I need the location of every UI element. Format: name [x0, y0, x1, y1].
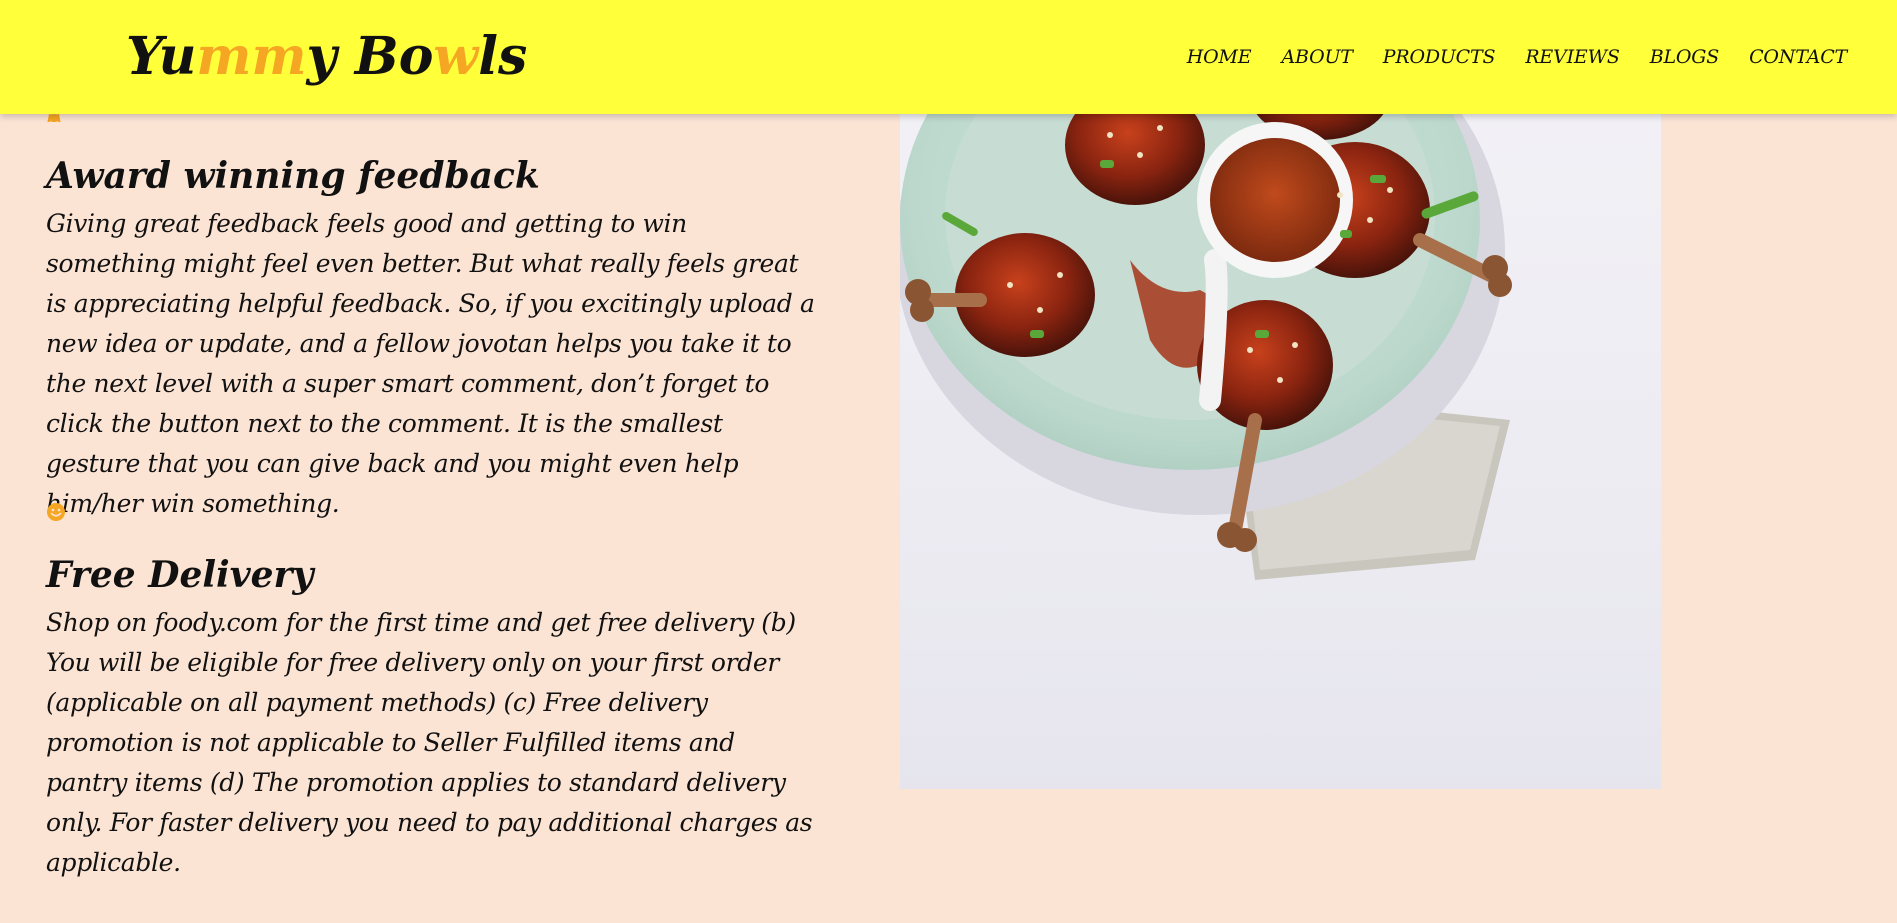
logo-part: ls — [478, 26, 528, 87]
nav-link-blogs[interactable]: BLOGS — [1650, 42, 1720, 72]
nav-link-reviews[interactable]: REVIEWS — [1525, 42, 1620, 72]
smile-icon — [46, 502, 66, 522]
nav-link-products[interactable]: PRODUCTS — [1383, 42, 1496, 72]
section-title-feedback: Award winning feedback — [46, 155, 540, 197]
section-text-delivery: Shop on foody.com for the first time and… — [46, 608, 813, 877]
nav-link-about[interactable]: ABOUT — [1281, 42, 1353, 72]
nav-link-home[interactable]: HOME — [1187, 42, 1252, 72]
nav-link-contact[interactable]: CONTACT — [1749, 42, 1847, 72]
site-header: Yummy Bowls HOME ABOUT PRODUCTS REVIEWS … — [0, 0, 1897, 114]
food-image — [900, 100, 1661, 789]
main-nav: HOME ABOUT PRODUCTS REVIEWS BLOGS CONTAC… — [1187, 42, 1847, 72]
logo-part: y Bo — [306, 26, 434, 87]
logo-part-accent: w — [433, 26, 479, 87]
section-title-delivery: Free Delivery — [46, 554, 314, 596]
logo[interactable]: Yummy Bowls — [126, 22, 527, 92]
logo-part: Yu — [126, 26, 197, 87]
page: Yummy Bowls HOME ABOUT PRODUCTS REVIEWS … — [0, 0, 1897, 923]
logo-part-accent: mm — [196, 26, 307, 87]
section-text-feedback: Giving great feedback feels good and get… — [46, 209, 815, 518]
